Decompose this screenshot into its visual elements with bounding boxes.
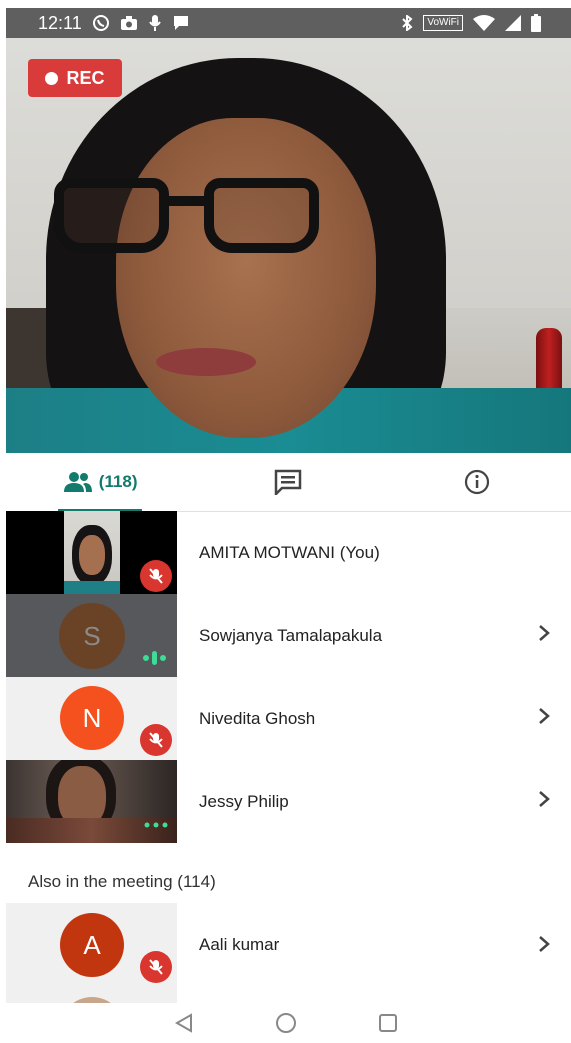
chevron-right-icon[interactable]: [537, 706, 551, 726]
tab-chat[interactable]: [194, 453, 382, 511]
participant-avatar-tile: N: [6, 677, 177, 760]
participant-avatar-tile: A: [6, 903, 177, 1003]
mic-off-icon: [140, 560, 172, 592]
participant-name: Nivedita Ghosh: [199, 709, 316, 728]
avatar: N: [60, 686, 124, 750]
mic-off-icon: [140, 951, 172, 983]
participant-avatar-tile: S: [6, 594, 177, 677]
tab-people[interactable]: (118): [6, 453, 194, 512]
participant-name: Jessy Philip: [199, 792, 289, 811]
tab-info[interactable]: [383, 453, 571, 511]
tab-bar: (118): [6, 453, 571, 512]
home-icon[interactable]: [275, 1012, 297, 1034]
recording-badge: REC: [28, 59, 122, 97]
main-video-feed[interactable]: [6, 38, 571, 453]
participant-video: [64, 511, 120, 594]
mic-off-icon: [140, 724, 172, 756]
info-icon: [464, 469, 489, 495]
participant-name: Sowjanya Tamalapakula: [199, 626, 383, 645]
person-face: [116, 118, 376, 438]
navigation-bar: [0, 1003, 571, 1043]
participant-video-tile: [6, 760, 177, 843]
vowifi-label: VoWiFi: [423, 15, 463, 31]
participant-name: Aali kumar: [199, 935, 280, 954]
wifi-icon: [473, 15, 495, 31]
clock: 12:11: [38, 12, 82, 33]
chevron-right-icon[interactable]: [537, 789, 551, 809]
participant-count: (118): [98, 472, 138, 491]
record-dot-icon: [45, 71, 59, 85]
battery-icon: [531, 14, 541, 32]
person-glasses: [54, 178, 334, 268]
people-icon: [63, 472, 92, 492]
recording-label: REC: [66, 67, 105, 88]
more-dots-icon: [144, 822, 168, 828]
chevron-right-icon[interactable]: [537, 623, 551, 643]
bluetooth-icon: [402, 15, 413, 31]
participant-row[interactable]: A Aali kumar: [6, 903, 571, 1003]
speaking-indicator-icon: [143, 651, 166, 665]
recents-icon[interactable]: [377, 1012, 399, 1034]
person-lips: [156, 348, 256, 376]
back-icon[interactable]: [173, 1012, 195, 1034]
avatar: A: [60, 913, 124, 977]
participant-row[interactable]: Jessy Philip: [6, 760, 571, 843]
participant-row[interactable]: S Sowjanya Tamalapakula: [6, 594, 571, 677]
mic-icon: [148, 15, 161, 31]
participant-row[interactable]: N Nivedita Ghosh: [6, 677, 571, 760]
whatsapp-icon: [92, 15, 109, 31]
chevron-right-icon[interactable]: [537, 934, 551, 954]
participant-name: AMITA MOTWANI (You): [199, 543, 380, 562]
status-bar: 12:11 VoWiFi: [6, 8, 571, 38]
chat-icon: [275, 469, 302, 495]
participant-video-tile: [6, 511, 177, 594]
chat-bubble-icon: [173, 16, 188, 30]
participant-row[interactable]: AMITA MOTWANI (You): [6, 511, 571, 594]
signal-icon: [505, 15, 521, 31]
avatar: S: [59, 603, 125, 669]
also-in-meeting-header: Also in the meeting (114): [28, 872, 216, 891]
camera-icon: [120, 16, 137, 30]
